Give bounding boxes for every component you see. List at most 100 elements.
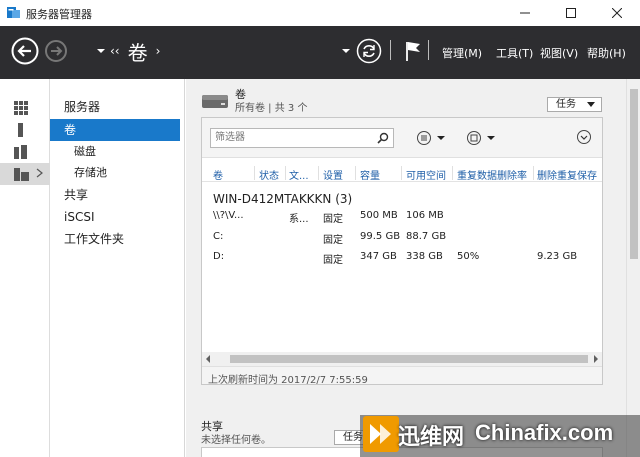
rail-local-server[interactable] — [0, 119, 50, 141]
column-divider[interactable] — [401, 166, 402, 180]
cell-volume: \\?\V... — [213, 210, 244, 221]
cell-dedup-rate: 50% — [457, 251, 480, 262]
tasks-label: 任务 — [556, 99, 576, 110]
table-row[interactable]: C: 固定 99.5 GB 88.7 GB — [202, 228, 602, 248]
menu-view[interactable]: 视图(V) — [540, 45, 578, 61]
server-icon — [18, 123, 23, 137]
nav-item-disks[interactable]: 磁盘 — [50, 141, 180, 163]
filter-input[interactable]: 筛选器 — [210, 128, 394, 148]
column-divider[interactable] — [452, 166, 453, 180]
column-header-provisioning[interactable]: 设置 — [323, 167, 353, 182]
table-row[interactable]: \\?\V... 系... 固定 500 MB 106 MB — [202, 207, 602, 227]
vertical-scrollbar[interactable] — [626, 79, 640, 457]
close-icon — [612, 8, 622, 18]
chevron-down-icon — [580, 135, 588, 140]
cell-free-space: 338 GB — [406, 251, 443, 262]
server-group-header[interactable]: WIN-D412MTAKKKN (3) — [213, 192, 352, 206]
breadcrumb-current: 卷 — [127, 40, 148, 65]
last-refresh-text: 上次刷新时间为 2017/2/7 7:55:59 — [208, 375, 368, 386]
refresh-button[interactable] — [356, 38, 382, 64]
save-query-button[interactable] — [466, 130, 498, 146]
volumes-panel: 筛选器 卷 状态 文... 设置 容量 可用空间 重复数据删除率 删除重复保存 … — [201, 117, 603, 386]
scrollbar-thumb[interactable] — [230, 355, 588, 363]
forward-button[interactable] — [42, 37, 70, 65]
breadcrumb-dropdown-icon[interactable] — [341, 46, 351, 56]
column-divider[interactable] — [318, 166, 319, 180]
horizontal-scrollbar[interactable] — [202, 352, 602, 366]
back-button[interactable] — [11, 37, 39, 65]
minimize-icon — [520, 12, 530, 14]
toolbar-divider — [390, 40, 391, 60]
filter-placeholder: 筛选器 — [215, 132, 245, 143]
status-bar: 上次刷新时间为 2017/2/7 7:55:59 — [202, 366, 602, 386]
dashboard-icon — [14, 101, 28, 115]
maximize-icon — [566, 8, 576, 18]
column-header-capacity[interactable]: 容量 — [360, 167, 396, 182]
column-divider[interactable] — [285, 166, 286, 180]
toolbar-divider — [428, 40, 429, 60]
column-header-free-space[interactable]: 可用空间 — [406, 167, 452, 182]
servers-icon — [14, 145, 27, 159]
maximize-button[interactable] — [548, 0, 594, 26]
search-icon[interactable] — [377, 132, 389, 144]
shares-subtitle: 未选择任何卷。 — [201, 435, 271, 446]
menu-help[interactable]: 帮助(H) — [587, 45, 626, 61]
cell-filesystem: 系... — [289, 214, 309, 225]
volume-drive-icon — [202, 95, 228, 108]
column-header-dedup-rate[interactable]: 重复数据删除率 — [457, 167, 533, 182]
close-button[interactable] — [594, 0, 640, 26]
scroll-left-icon[interactable] — [206, 355, 210, 363]
cell-capacity: 500 MB — [360, 210, 398, 221]
rail-all-servers[interactable] — [0, 141, 50, 163]
nav-item-volumes[interactable]: 卷 — [50, 119, 180, 141]
table-row[interactable]: D: 固定 347 GB 338 GB 50% 9.23 GB — [202, 248, 602, 268]
file-storage-icon — [14, 168, 29, 181]
column-divider[interactable] — [355, 166, 356, 180]
column-divider[interactable] — [254, 166, 255, 180]
window-title: 服务器管理器 — [26, 8, 92, 21]
menu-tools[interactable]: 工具(T) — [496, 45, 533, 61]
cell-free-space: 88.7 GB — [406, 231, 447, 242]
list-options-button[interactable] — [416, 130, 448, 146]
cell-free-space: 106 MB — [406, 210, 444, 221]
watermark-chinese: 迅维网 — [398, 425, 465, 450]
minimize-button[interactable] — [502, 0, 548, 26]
title-bar: 服务器管理器 — [0, 0, 640, 26]
column-divider[interactable] — [533, 166, 534, 180]
rail-dashboard[interactable] — [0, 97, 50, 119]
cell-provisioning: 固定 — [323, 235, 343, 246]
volumes-subtitle: 所有卷 | 共 3 个 — [235, 103, 308, 114]
cell-volume: C: — [213, 231, 224, 242]
menu-manage[interactable]: 管理(M) — [442, 45, 482, 61]
nav-item-shares[interactable]: 共享 — [50, 184, 180, 206]
icon-rail — [0, 79, 50, 457]
breadcrumb-separator[interactable]: ‹‹ — [110, 44, 120, 58]
file-storage-nav: 服务器 卷 磁盘 存储池 共享 iSCSI 工作文件夹 — [50, 79, 185, 457]
scrollbar-thumb[interactable] — [630, 89, 638, 259]
notifications-flag-icon[interactable] — [404, 40, 424, 62]
breadcrumb: ‹‹ 卷 › — [110, 39, 161, 65]
nav-item-work-folders[interactable]: 工作文件夹 — [50, 228, 180, 250]
nav-item-iscsi[interactable]: iSCSI — [50, 206, 180, 228]
scroll-right-icon[interactable] — [594, 355, 598, 363]
filter-bar: 筛选器 — [202, 118, 602, 158]
cell-capacity: 99.5 GB — [360, 231, 401, 242]
expand-arrow-icon — [36, 168, 43, 178]
navigation-bar: ‹‹ 卷 › 管理(M) 工具(T) 视图(V) 帮助(H) — [0, 26, 640, 79]
column-header-status[interactable]: 状态 — [259, 167, 285, 182]
column-header-dedup-savings[interactable]: 删除重复保存 — [537, 167, 601, 182]
cell-dedup-savings: 9.23 GB — [537, 251, 578, 262]
rail-file-storage[interactable] — [0, 163, 50, 185]
expand-collapse-button[interactable] — [577, 130, 591, 144]
cell-volume: D: — [213, 251, 225, 262]
nav-item-servers[interactable]: 服务器 — [50, 96, 180, 118]
history-dropdown-icon[interactable] — [96, 46, 106, 56]
cell-provisioning: 固定 — [323, 214, 343, 225]
watermark-english: Chinafix.com — [475, 420, 614, 445]
cell-capacity: 347 GB — [360, 251, 397, 262]
column-header-filesystem[interactable]: 文... — [289, 167, 317, 182]
volumes-tasks-button[interactable]: 任务 — [547, 97, 602, 112]
nav-item-storage-pools[interactable]: 存储池 — [50, 162, 180, 184]
breadcrumb-separator-right[interactable]: › — [156, 44, 161, 58]
column-header-volume[interactable]: 卷 — [213, 167, 251, 182]
